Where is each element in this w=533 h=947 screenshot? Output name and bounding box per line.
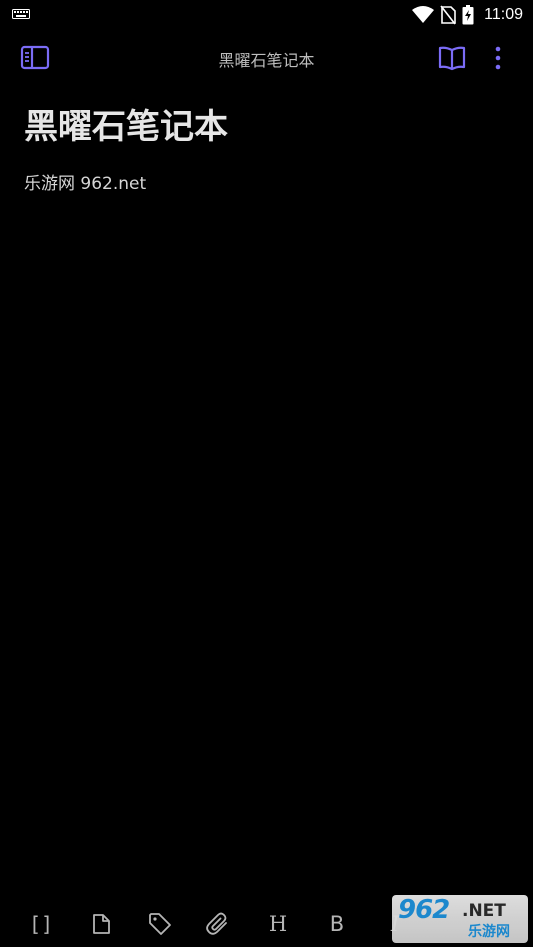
note-editor[interactable]: 黑曜石笔记本 乐游网 962.net <box>24 104 509 196</box>
watermark-suffix: .NET <box>462 901 506 921</box>
file-icon <box>93 914 110 934</box>
new-file-button[interactable] <box>84 907 118 941</box>
wikilink-button[interactable]: [] <box>24 907 58 941</box>
status-bar: 11:09 <box>0 0 533 30</box>
note-body-text[interactable]: 乐游网 962.net <box>24 172 509 196</box>
attachment-button[interactable] <box>201 907 235 941</box>
app-bar: 黑曜石笔记本 <box>0 36 533 80</box>
reading-view-icon <box>438 46 466 71</box>
more-vertical-icon <box>495 46 501 70</box>
bold-button[interactable]: B <box>320 907 354 941</box>
reading-view-button[interactable] <box>436 42 468 74</box>
wifi-icon <box>412 6 435 23</box>
paperclip-icon <box>206 912 227 935</box>
no-sim-icon <box>440 5 456 25</box>
heading-button[interactable]: H <box>261 907 295 941</box>
watermark-logo: 962 .NET 乐游网 <box>392 895 528 943</box>
keyboard-icon <box>12 9 30 19</box>
watermark-number: 962 <box>398 895 450 925</box>
status-time: 11:09 <box>484 6 523 23</box>
note-heading[interactable]: 黑曜石笔记本 <box>24 104 509 150</box>
battery-icon <box>462 5 474 25</box>
watermark-subtitle: 乐游网 <box>468 924 510 940</box>
more-options-button[interactable] <box>482 42 514 74</box>
tag-button[interactable] <box>143 907 177 941</box>
tag-icon <box>149 913 171 935</box>
